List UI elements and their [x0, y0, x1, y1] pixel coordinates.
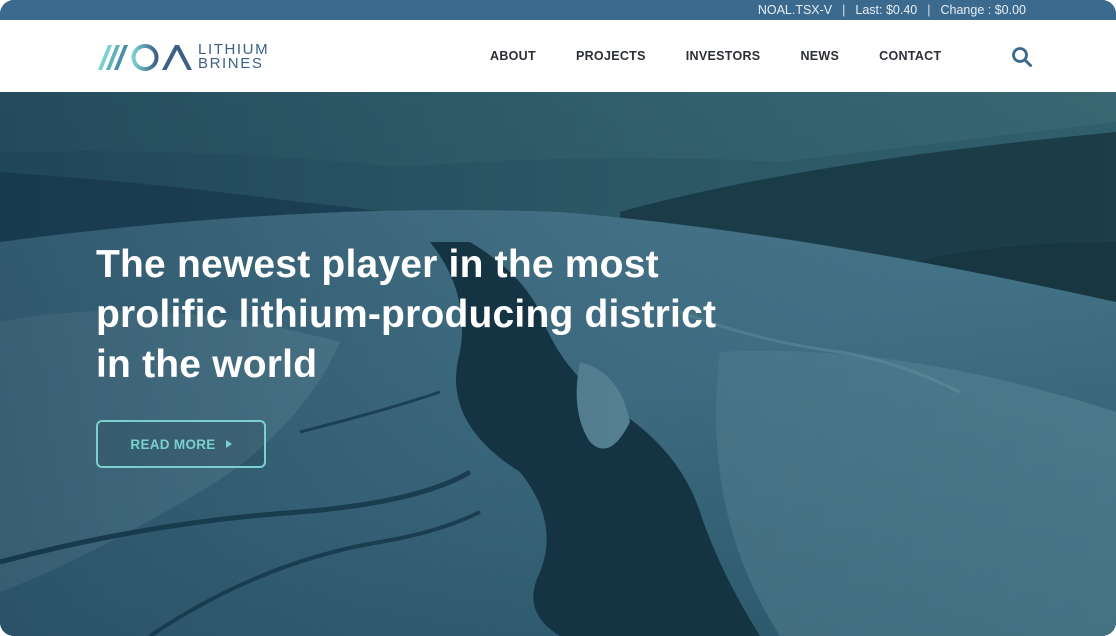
main-nav: ABOUT PROJECTS INVESTORS NEWS CONTACT [490, 20, 981, 92]
ticker-separator: | [927, 3, 931, 17]
logo-wordmark: LITHIUM BRINES [198, 42, 269, 72]
headline-line: in the world [96, 343, 318, 386]
ticker-separator: | [842, 3, 846, 17]
hero-section: The newest player in the most prolific l… [0, 92, 1116, 636]
ticker-last-price: Last: $0.40 [855, 3, 918, 17]
site-header: LITHIUM BRINES ABOUT PROJECTS INVESTORS … [0, 20, 1116, 92]
ticker-change: Change : $0.00 [940, 3, 1027, 17]
nav-item-investors[interactable]: INVESTORS [686, 49, 761, 63]
hero-headline: The newest player in the most prolific l… [96, 240, 816, 390]
nav-item-about[interactable]: ABOUT [490, 49, 536, 63]
site-logo[interactable]: LITHIUM BRINES [96, 42, 269, 72]
headline-line: The newest player in the most [96, 243, 659, 286]
nav-item-contact[interactable]: CONTACT [879, 49, 941, 63]
ticker-symbol: NOAL.TSX-V [757, 3, 833, 17]
search-button[interactable] [1011, 46, 1033, 68]
caret-right-icon [225, 440, 232, 448]
nav-item-projects[interactable]: PROJECTS [576, 49, 646, 63]
search-icon [1012, 47, 1032, 67]
stock-ticker-bar: NOAL.TSX-V | Last: $0.40 | Change : $0.0… [0, 0, 1116, 20]
page-frame: NOAL.TSX-V | Last: $0.40 | Change : $0.0… [0, 0, 1116, 636]
read-more-label: READ MORE [130, 436, 216, 452]
headline-line: prolific lithium-producing district [96, 293, 717, 336]
logo-line-brines: BRINES [198, 55, 264, 72]
noa-logo-mark-icon [98, 44, 192, 71]
nav-item-news[interactable]: NEWS [800, 49, 839, 63]
read-more-button[interactable]: READ MORE [96, 420, 266, 468]
